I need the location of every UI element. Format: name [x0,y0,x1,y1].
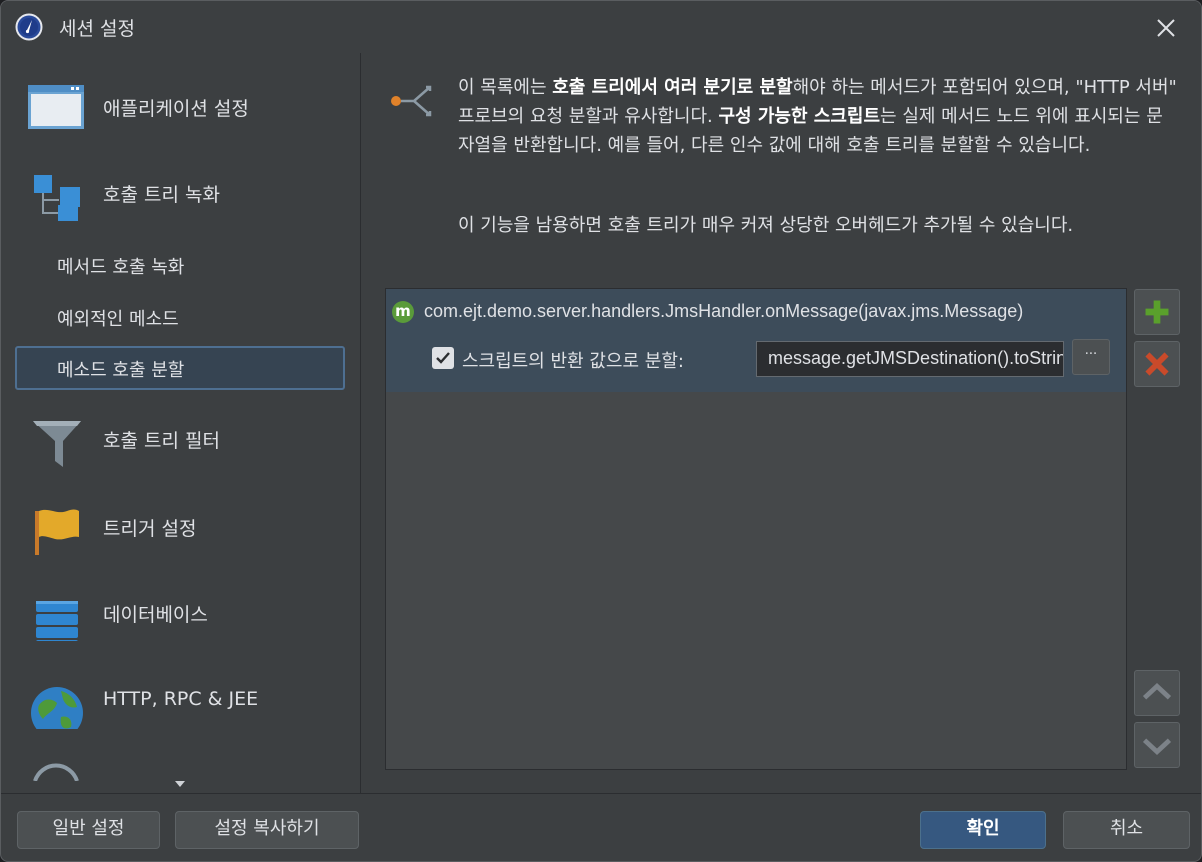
move-up-button[interactable] [1134,670,1180,716]
split-by-script-checkbox[interactable] [432,347,454,369]
window-title: 세션 설정 [59,18,135,40]
description-text: 이 목록에는 호출 트리에서 여러 분기로 분할해야 하는 메서드가 포함되어 … [458,73,1178,160]
sidebar-item-method-call-recording[interactable]: 메서드 호출 녹화 [15,243,345,287]
description-bold: 호출 트리에서 여러 분기로 분할 [552,77,793,98]
edit-script-button[interactable]: ··· [1072,339,1110,375]
description-bold: 구성 가능한 스크립트 [718,106,881,127]
sidebar-item-label: 메소드 호출 분할 [57,360,185,381]
checkmark-icon [436,352,450,364]
list-item[interactable]: m com.ejt.demo.server.handlers.JmsHandle… [386,289,1126,392]
database-icon [36,601,78,641]
sidebar-item-http-rpc-jee[interactable]: HTTP, RPC & JEE [1,661,360,741]
sidebar-item-exceptional-methods[interactable]: 예외적인 메소드 [15,295,345,339]
remove-button[interactable] [1134,341,1180,387]
close-icon[interactable] [1149,11,1183,45]
description-part: 이 목록에는 [458,77,553,98]
globe-icon [31,687,83,729]
session-settings-dialog: 세션 설정 애플리케이션 설정 호출 트리 녹화 메서드 호출 녹화 예외적인 … [0,0,1202,862]
sidebar-item-label: 예외적인 메소드 [57,309,179,330]
main-panel: 이 목록에는 호출 트리에서 여러 분기로 분할해야 하는 메서드가 포함되어 … [362,53,1201,793]
delete-icon [1145,352,1169,376]
chevron-up-icon [1142,683,1172,700]
general-settings-button[interactable]: 일반 설정 [17,811,160,849]
call-tree-icon [34,175,80,221]
sidebar-item-label: 메서드 호출 녹화 [57,257,185,278]
dialog-footer: 일반 설정 설정 복사하기 확인 취소 [1,793,1201,861]
sidebar-item-label: 호출 트리 녹화 [103,184,220,206]
sidebar-item-application-settings[interactable]: 애플리케이션 설정 [1,67,360,147]
ok-button[interactable]: 확인 [920,811,1046,849]
method-icon: m [392,301,414,323]
cancel-button[interactable]: 취소 [1063,811,1190,849]
sidebar-item-databases[interactable]: 데이터베이스 [1,573,360,653]
add-button[interactable] [1134,289,1180,335]
move-down-button[interactable] [1134,722,1180,768]
chevron-down-icon [1142,738,1172,755]
title-bar: 세션 설정 [1,1,1201,53]
method-signature: com.ejt.demo.server.handlers.JmsHandler.… [424,301,1024,321]
script-field[interactable]: message.getJMSDestination().toString() [756,341,1064,377]
flag-icon [35,509,79,555]
settings-sidebar: 애플리케이션 설정 호출 트리 녹화 메서드 호출 녹화 예외적인 메소드 메소… [1,53,361,793]
split-methods-list[interactable]: m com.ejt.demo.server.handlers.JmsHandle… [385,288,1127,770]
sidebar-item-label: 트리거 설정 [103,518,197,540]
copy-settings-button[interactable]: 설정 복사하기 [175,811,359,849]
sidebar-item-label: 데이터베이스 [103,604,208,626]
sidebar-item-label: HTTP, RPC & JEE [103,688,259,710]
window-icon [28,85,84,129]
sidebar-item-trigger-settings[interactable]: 트리거 설정 [1,487,360,567]
app-logo-icon [15,13,43,41]
scroll-down-icon[interactable] [173,779,187,789]
sidebar-item-split-methods[interactable]: 메소드 호출 분할 [15,346,345,390]
sidebar-item-label: 호출 트리 필터 [103,430,220,452]
sidebar-item-label: 애플리케이션 설정 [103,98,249,120]
sidebar-item-call-tree-filters[interactable]: 호출 트리 필터 [1,399,360,479]
split-branch-icon [391,85,432,117]
warning-text: 이 기능을 남용하면 호출 트리가 매우 커져 상당한 오버헤드가 추가될 수 … [458,215,1074,236]
sidebar-item-call-tree-recording[interactable]: 호출 트리 녹화 [1,153,360,233]
partial-item-icon [33,763,79,781]
checkbox-label: 스크립트의 반환 값으로 분할: [462,351,684,372]
funnel-icon [33,421,81,467]
plus-icon [1145,300,1169,324]
